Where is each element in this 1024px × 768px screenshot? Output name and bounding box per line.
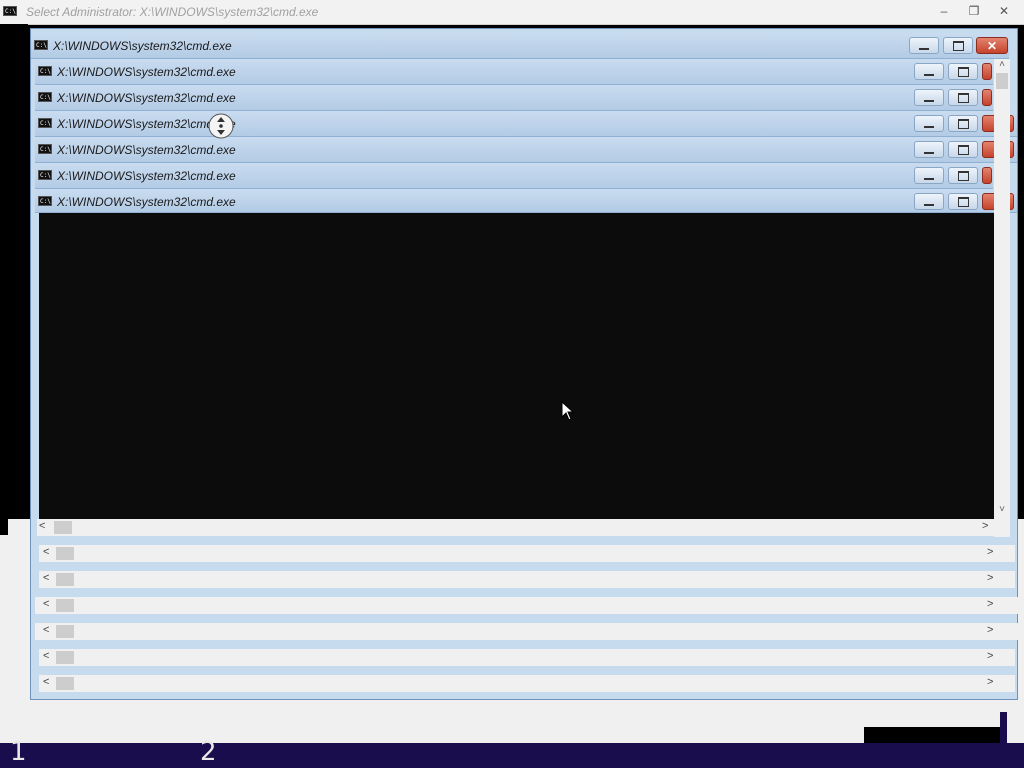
horizontal-scrollbar[interactable]: < > xyxy=(39,649,1015,666)
root-console-notch xyxy=(0,519,8,535)
maximize-button[interactable] xyxy=(943,37,973,54)
horizontal-scroll-thumb[interactable] xyxy=(56,677,74,690)
taskbar: 1 2 xyxy=(0,737,1024,768)
cmd-icon: C:\ xyxy=(38,144,52,154)
root-window-titlebar[interactable]: C:\ Select Administrator: X:\WINDOWS\sys… xyxy=(0,0,1024,25)
cmd-window-titlebar-3[interactable]: C:\ X:\WINDOWS\system32\cmd.exe xyxy=(35,85,993,111)
scroll-right-icon[interactable]: > xyxy=(987,572,993,584)
minimize-button[interactable] xyxy=(914,167,944,184)
root-close-button[interactable]: ✕ xyxy=(990,2,1018,20)
horizontal-scrollbar[interactable]: < > xyxy=(35,623,1020,640)
taskbar-item-2[interactable]: 2 xyxy=(200,737,217,767)
cmd-window-title: X:\WINDOWS\system32\cmd.exe xyxy=(57,169,236,183)
cmd-window-titlebar-1[interactable]: C:\ X:\WINDOWS\system32\cmd.exe ✕ xyxy=(31,33,1009,59)
close-button[interactable] xyxy=(982,89,992,106)
horizontal-scrollbar[interactable]: < > xyxy=(39,675,1015,692)
minimize-button[interactable] xyxy=(909,37,939,54)
horizontal-scrollbar[interactable]: < > xyxy=(39,545,1015,562)
horizontal-scrollbar[interactable]: < > xyxy=(39,571,1015,588)
maximize-button[interactable] xyxy=(948,89,978,106)
horizontal-scroll-thumb[interactable] xyxy=(54,521,72,534)
cmd-icon: C:\ xyxy=(38,66,52,76)
taskbar-strip xyxy=(864,727,1000,743)
taskbar-item-1[interactable]: 1 xyxy=(10,737,27,767)
horizontal-scrollbar[interactable]: < > xyxy=(37,519,994,536)
root-restore-button[interactable]: ❐ xyxy=(960,2,988,20)
console-output-area[interactable] xyxy=(39,213,994,519)
scroll-left-icon[interactable]: < xyxy=(43,546,49,558)
root-window-title: Select Administrator: X:\WINDOWS\system3… xyxy=(26,5,319,19)
horizontal-scroll-thumb[interactable] xyxy=(56,599,74,612)
root-minimize-button[interactable]: – xyxy=(930,2,958,20)
scroll-right-icon[interactable]: > xyxy=(987,598,993,610)
scroll-down-icon[interactable]: ˅ xyxy=(994,504,1010,515)
minimize-button[interactable] xyxy=(914,193,944,210)
scroll-left-icon[interactable]: < xyxy=(39,520,45,532)
scroll-drag-icon xyxy=(208,113,234,139)
cmd-icon: C:\ xyxy=(38,92,52,102)
maximize-button[interactable] xyxy=(948,115,978,132)
cmd-window-title: X:\WINDOWS\system32\cmd.exe xyxy=(57,91,236,105)
horizontal-scroll-thumb[interactable] xyxy=(56,547,74,560)
root-console-area xyxy=(0,24,28,519)
cmd-icon: C:\ xyxy=(38,196,52,206)
scroll-left-icon[interactable]: < xyxy=(43,572,49,584)
cmd-icon: C:\ xyxy=(38,170,52,180)
scroll-left-icon[interactable]: < xyxy=(43,598,49,610)
minimize-button[interactable] xyxy=(914,115,944,132)
scroll-left-icon[interactable]: < xyxy=(43,676,49,688)
minimize-button[interactable] xyxy=(914,63,944,80)
minimize-button[interactable] xyxy=(914,141,944,158)
horizontal-scrollbar[interactable]: < > xyxy=(35,597,1020,614)
taskbar-edge xyxy=(1000,712,1007,743)
close-button[interactable]: ✕ xyxy=(976,37,1008,54)
cmd-window-titlebar-4[interactable]: C:\ X:\WINDOWS\system32\cmd.exe ✕ xyxy=(35,111,1017,137)
scroll-left-icon[interactable]: < xyxy=(43,650,49,662)
cmd-icon: C:\ xyxy=(38,118,52,128)
cmd-window-title: X:\WINDOWS\system32\cmd.exe xyxy=(57,195,236,209)
cmd-icon: C:\ xyxy=(3,6,17,16)
cmd-window-title: X:\WINDOWS\system32\cmd.exe xyxy=(53,39,232,53)
horizontal-scroll-thumb[interactable] xyxy=(56,625,74,638)
close-button[interactable] xyxy=(982,63,992,80)
vertical-scroll-thumb[interactable] xyxy=(996,73,1008,89)
horizontal-scroll-thumb[interactable] xyxy=(56,651,74,664)
scroll-right-icon[interactable]: > xyxy=(987,676,993,688)
scroll-right-icon[interactable]: > xyxy=(982,520,988,532)
scroll-right-icon[interactable]: > xyxy=(987,650,993,662)
cmd-window-titlebar-5[interactable]: C:\ X:\WINDOWS\system32\cmd.exe ✕ xyxy=(35,137,1017,163)
scroll-left-icon[interactable]: < xyxy=(43,624,49,636)
minimize-button[interactable] xyxy=(914,89,944,106)
maximize-button[interactable] xyxy=(948,167,978,184)
cmd-window-titlebar-6[interactable]: C:\ X:\WINDOWS\system32\cmd.exe xyxy=(35,163,993,189)
maximize-button[interactable] xyxy=(948,63,978,80)
scroll-right-icon[interactable]: > xyxy=(987,624,993,636)
cmd-window-titlebar-2[interactable]: C:\ X:\WINDOWS\system32\cmd.exe xyxy=(35,59,993,85)
vertical-scrollbar[interactable]: ˄ ˅ xyxy=(994,59,1010,537)
maximize-button[interactable] xyxy=(948,193,978,210)
close-button[interactable] xyxy=(982,167,992,184)
scroll-up-icon[interactable]: ˄ xyxy=(994,59,1010,70)
maximize-button[interactable] xyxy=(948,141,978,158)
scroll-right-icon[interactable]: > xyxy=(987,546,993,558)
cmd-icon: C:\ xyxy=(34,40,48,50)
cmd-window-title: X:\WINDOWS\system32\cmd.exe xyxy=(57,143,236,157)
mouse-pointer-icon xyxy=(561,400,575,426)
cmd-window-titlebar-7[interactable]: C:\ X:\WINDOWS\system32\cmd.exe ✕ xyxy=(35,189,1017,213)
horizontal-scroll-thumb[interactable] xyxy=(56,573,74,586)
cmd-window-title: X:\WINDOWS\system32\cmd.exe xyxy=(57,65,236,79)
